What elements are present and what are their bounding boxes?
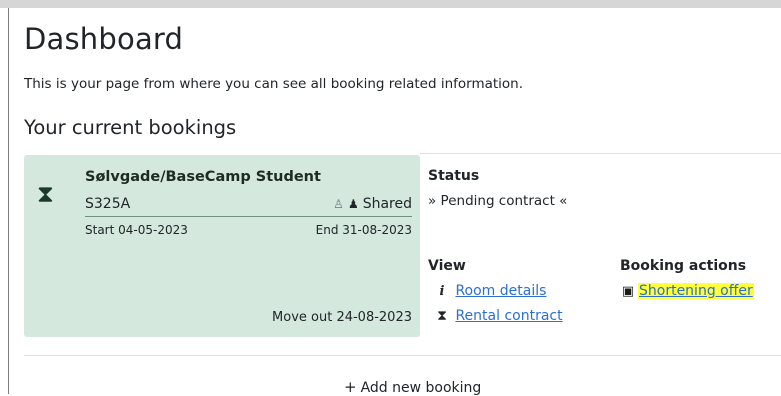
booking-actions-label: Booking actions xyxy=(620,258,747,274)
booking-card: ⧗ Sølvgade/BaseCamp Student S325A ♙ ♟ Shar… xyxy=(24,155,420,337)
view-label: View xyxy=(428,258,466,274)
room-type: ♙ ♟ Shared xyxy=(333,196,412,212)
add-new-booking-button[interactable]: + Add new booking xyxy=(344,378,481,396)
person-outline-icon: ♙ xyxy=(333,197,344,211)
room-details-link[interactable]: i Room details xyxy=(433,283,547,299)
page-title: Dashboard xyxy=(24,22,184,56)
window-top-edge xyxy=(0,0,781,8)
shortening-offer-link[interactable]: ▣ Shortening offer xyxy=(618,283,754,299)
property-name: Sølvgade/BaseCamp Student xyxy=(85,169,321,185)
start-date: Start 04-05-2023 xyxy=(85,223,188,237)
dashboard-page: Dashboard This is your page from where y… xyxy=(9,8,781,396)
card-divider xyxy=(85,216,412,217)
room-code: S325A xyxy=(85,196,131,212)
section-title-current-bookings: Your current bookings xyxy=(24,116,237,139)
room-details-link-text[interactable]: Room details xyxy=(455,283,546,299)
room-type-label: Shared xyxy=(362,196,412,212)
hourglass-icon: ⧗ xyxy=(37,180,54,208)
person-icon: ♟ xyxy=(347,197,359,211)
shortening-offer-link-text[interactable]: Shortening offer xyxy=(638,283,754,299)
status-label: Status xyxy=(428,168,480,184)
hourglass-icon: ⧗ xyxy=(437,308,447,324)
rental-contract-link[interactable]: ⧗ Rental contract xyxy=(433,308,563,324)
end-date: End 31-08-2023 xyxy=(315,223,412,237)
bottom-divider xyxy=(24,355,781,356)
info-divider xyxy=(420,153,781,154)
move-out-date: Move out 24-08-2023 xyxy=(272,310,412,325)
calendar-icon: ▣ xyxy=(621,284,635,299)
page-subtitle: This is your page from where you can see… xyxy=(24,76,524,92)
rental-contract-link-text[interactable]: Rental contract xyxy=(455,308,562,324)
status-value: » Pending contract « xyxy=(428,193,568,209)
plus-icon: + xyxy=(344,378,357,396)
info-icon: i xyxy=(439,284,445,299)
